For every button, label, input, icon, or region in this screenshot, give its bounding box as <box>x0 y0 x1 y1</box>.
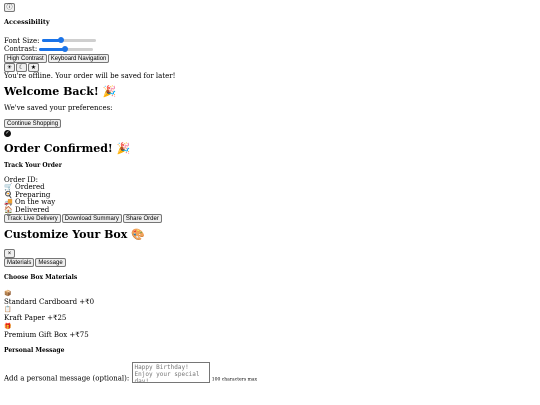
welcome-title: Welcome Back! 🎉 <box>4 84 117 98</box>
light-theme-button[interactable]: ☀ <box>4 62 15 72</box>
status-label: Delivered <box>14 205 50 214</box>
order-id-label: Order ID: <box>4 175 39 184</box>
customize-box-title: Customize Your Box 🎨 <box>4 228 145 242</box>
material-label: Kraft Paper +₹25 <box>4 314 67 323</box>
keyboard-navigation-button[interactable]: Keyboard Navigation <box>47 53 110 63</box>
check-icon: ✓ <box>4 129 11 137</box>
status-delivered: 🏠 Delivered <box>4 205 536 215</box>
message-row: Add a personal message (optional): 100 c… <box>4 362 536 384</box>
info-button[interactable]: ⓘ <box>4 3 15 12</box>
clipboard-icon: 📋 <box>4 306 12 314</box>
materials-heading: Choose Box Materials <box>4 273 78 281</box>
order-confirmed-title: Order Confirmed! 🎉 <box>4 141 131 155</box>
welcome-text: We've saved your preferences: <box>4 104 113 113</box>
contrast-label: Contrast: <box>4 45 38 54</box>
font-size-row: Font Size: <box>4 37 536 45</box>
tab-message[interactable]: Message <box>35 257 66 267</box>
high-contrast-button[interactable]: High Contrast <box>4 53 47 63</box>
house-icon: 🏠 <box>4 205 13 214</box>
sun-icon: ☀ <box>6 64 13 71</box>
char-limit-note: 100 characters max <box>211 377 258 383</box>
offline-message: You're offline. Your order will be saved… <box>4 71 176 80</box>
font-size-label: Font Size: <box>4 36 40 45</box>
close-button[interactable]: × <box>4 248 15 258</box>
track-order-heading: Track Your Order <box>4 161 62 169</box>
personal-message-heading: Personal Message <box>4 346 65 354</box>
download-summary-button[interactable]: Download Summary <box>61 214 122 224</box>
status-on-the-way: 🚚 On the way <box>4 199 536 207</box>
close-icon: × <box>7 250 12 257</box>
order-status-list: 🛒 Ordered 🍳 Preparing 🚚 On the way 🏠 Del… <box>4 184 536 214</box>
star-theme-button[interactable]: ★ <box>28 62 39 72</box>
font-size-slider[interactable] <box>41 37 96 44</box>
personal-message-input[interactable] <box>131 362 210 384</box>
material-option-standard[interactable]: 📦 Standard Cardboard +₹0 <box>4 290 536 306</box>
box-icon: 📦 <box>4 289 12 297</box>
gift-icon: 🎁 <box>4 322 12 330</box>
page: ⓘ Accessibility Font Size: Contrast: Hig… <box>0 0 540 405</box>
material-option-kraft[interactable]: 📋 Kraft Paper +₹25 <box>4 306 536 322</box>
status-preparing: 🍳 Preparing <box>4 191 536 200</box>
material-label: Standard Cardboard +₹0 <box>4 297 95 306</box>
continue-shopping-button[interactable]: Continue Shopping <box>4 118 62 128</box>
accessibility-title: Accessibility <box>4 18 50 26</box>
info-icon: ⓘ <box>6 5 13 11</box>
track-live-delivery-button[interactable]: Track Live Delivery <box>4 214 61 224</box>
contrast-slider[interactable] <box>39 45 94 52</box>
moon-icon: ☾ <box>18 64 25 71</box>
status-ordered: 🛒 Ordered <box>4 184 536 192</box>
message-label: Add a personal message (optional): <box>4 374 130 383</box>
material-option-premium[interactable]: 🎁 Premium Gift Box +₹75 <box>4 323 536 339</box>
dark-theme-button[interactable]: ☾ <box>16 62 27 72</box>
font-size-slider-thumb[interactable] <box>57 37 64 44</box>
contrast-slider-thumb[interactable] <box>62 45 69 52</box>
tab-materials[interactable]: Materials <box>4 257 35 267</box>
material-label: Premium Gift Box +₹75 <box>4 330 89 339</box>
contrast-row: Contrast: <box>4 45 536 53</box>
star-icon: ★ <box>30 64 37 71</box>
share-order-button[interactable]: Share Order <box>122 214 162 224</box>
materials-list: 📦 Standard Cardboard +₹0 📋 Kraft Paper +… <box>4 290 536 339</box>
